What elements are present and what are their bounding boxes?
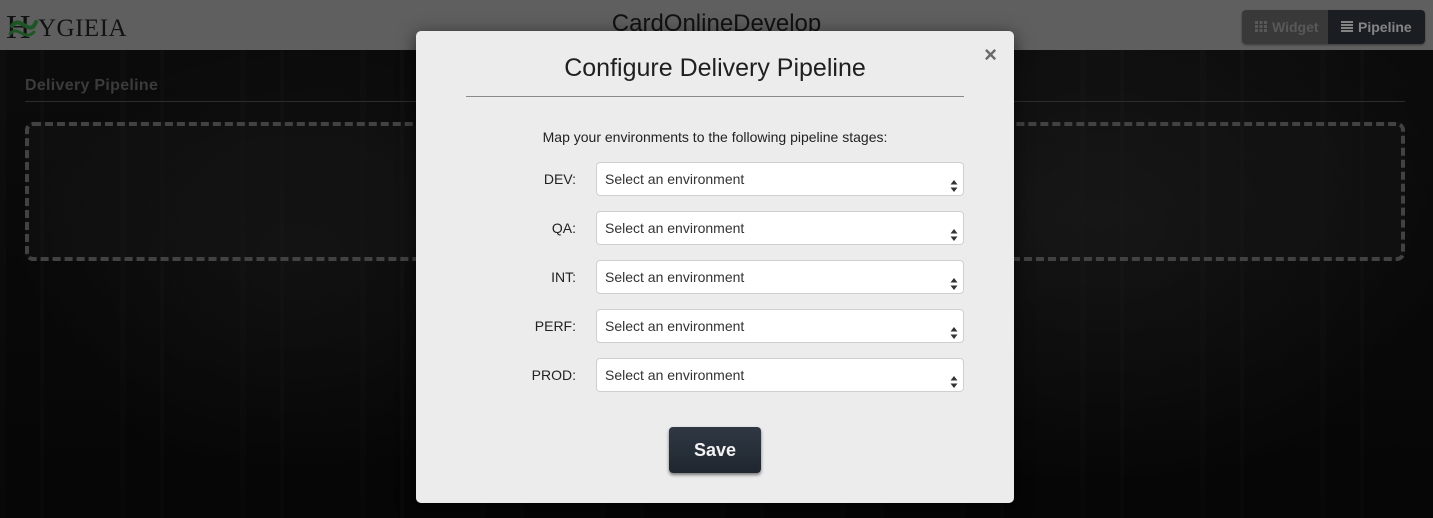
dev-select-value: Select an environment: [605, 171, 745, 187]
sort-arrows-icon: [950, 270, 958, 290]
stage-row-qa: QA: Select an environment: [416, 211, 1014, 245]
int-select-value: Select an environment: [605, 269, 745, 285]
stage-label-perf: PERF:: [534, 318, 576, 334]
modal-instructions: Map your environments to the following p…: [542, 129, 888, 145]
stage-row-dev: DEV: Select an environment: [416, 162, 1014, 196]
stage-label-dev: DEV:: [543, 171, 576, 187]
int-environment-select[interactable]: Select an environment: [596, 260, 964, 294]
perf-select-value: Select an environment: [605, 318, 745, 334]
modal-title: Configure Delivery Pipeline: [564, 54, 866, 82]
dev-environment-select[interactable]: Select an environment: [596, 162, 964, 196]
sort-arrows-icon: [950, 221, 958, 241]
configure-pipeline-modal: × Configure Delivery Pipeline Map your e…: [416, 31, 1014, 503]
prod-environment-select[interactable]: Select an environment: [596, 358, 964, 392]
sort-arrows-icon: [950, 172, 958, 192]
stage-row-prod: PROD: Select an environment: [416, 358, 1014, 392]
sort-arrows-icon: [950, 368, 958, 388]
stage-row-int: INT: Select an environment: [416, 260, 1014, 294]
stage-row-perf: PERF: Select an environment: [416, 309, 1014, 343]
stage-label-qa: QA:: [551, 220, 576, 236]
modal-divider: [466, 96, 964, 97]
save-button[interactable]: Save: [669, 427, 761, 473]
qa-environment-select[interactable]: Select an environment: [596, 211, 964, 245]
stage-label-prod: PROD:: [531, 367, 576, 383]
perf-environment-select[interactable]: Select an environment: [596, 309, 964, 343]
stage-label-int: INT:: [551, 269, 576, 285]
qa-select-value: Select an environment: [605, 220, 745, 236]
prod-select-value: Select an environment: [605, 367, 745, 383]
sort-arrows-icon: [950, 319, 958, 339]
